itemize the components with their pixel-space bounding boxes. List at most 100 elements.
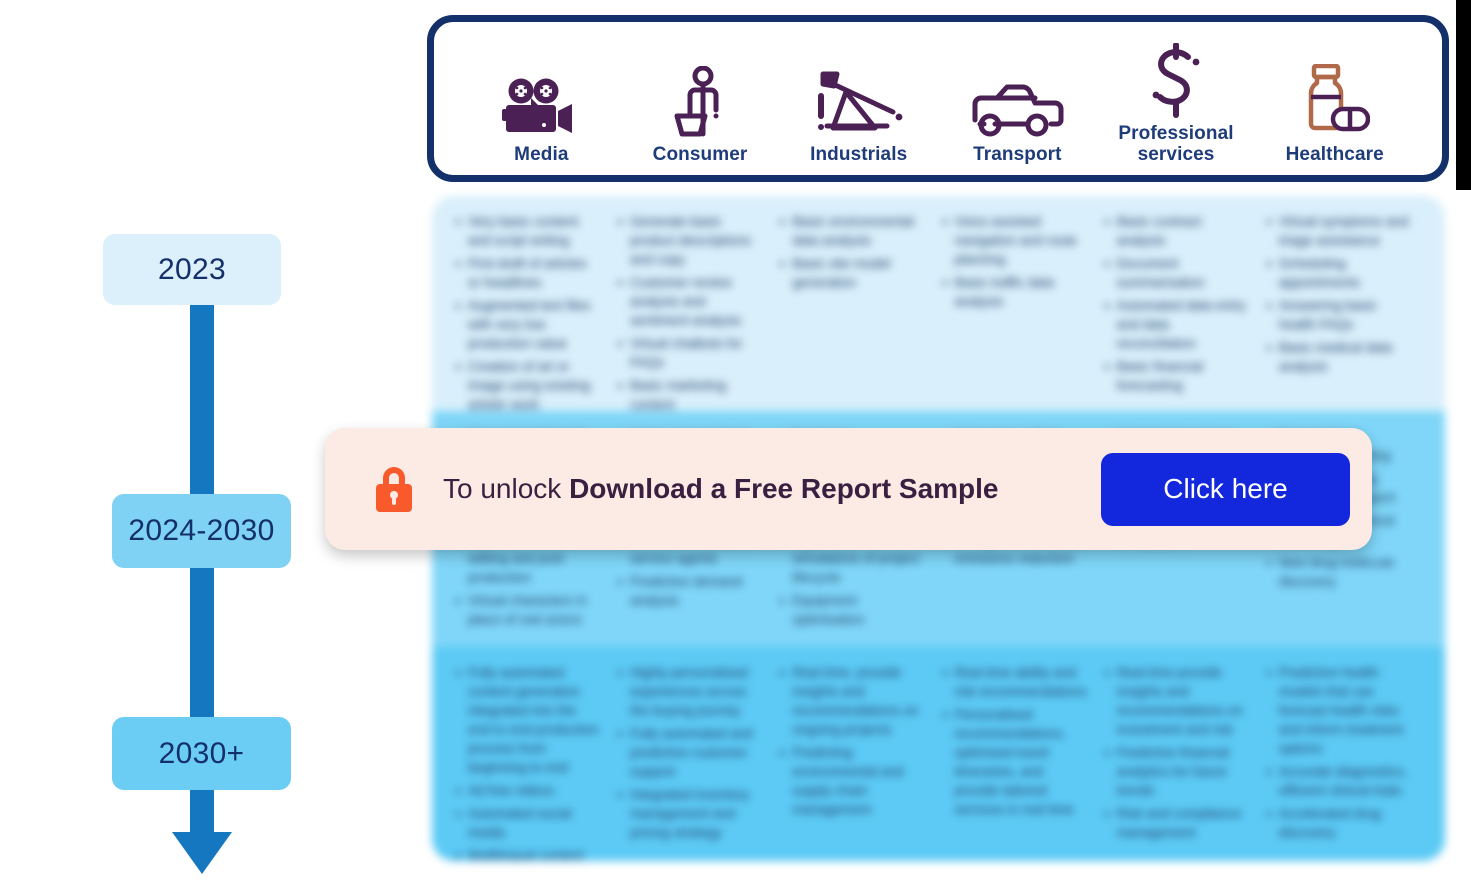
matrix-cell: Predictive health models that can foreca… — [1265, 663, 1427, 851]
matrix-cell: Real time ability and risk recommendatio… — [941, 663, 1103, 851]
capability-item: Integrated inventory management and pric… — [616, 785, 764, 842]
capability-item: Accurate diagnostics, efficient clinical… — [1265, 762, 1413, 800]
unlock-strong-text: Download a Free Report Sample — [569, 473, 999, 504]
capability-item: New drug molecule discovery — [1265, 553, 1413, 591]
sector-label: Consumer — [652, 144, 748, 165]
capability-item: Fully automated and predictive customer … — [616, 724, 764, 781]
capability-item: Basic contract analysis — [1103, 212, 1251, 250]
timeline-step-label: 2023 — [158, 252, 226, 286]
oil-pumpjack-icon — [813, 62, 905, 140]
sector-consumer[interactable]: Consumer — [621, 25, 780, 165]
capability-item: Virtual chatbots for FAQs — [616, 334, 764, 372]
timeline-arrowhead-icon — [172, 832, 232, 874]
capability-list: Real time ability and risk recommendatio… — [941, 663, 1089, 819]
capability-item: Highly personalised experiences across t… — [616, 663, 764, 720]
timeline-step-label: 2030+ — [158, 736, 245, 770]
capability-item: Automated data entry and data reconcilia… — [1103, 296, 1251, 353]
matrix-cell: Basic environmental data analysis Basic s… — [778, 212, 940, 401]
sector-transport[interactable]: Transport — [938, 25, 1097, 165]
capability-item: Predictive financial analytics for futur… — [1103, 743, 1251, 800]
dollar-sign-icon — [1146, 41, 1206, 119]
matrix-cell: Very basic content and script writing Fir… — [454, 212, 616, 412]
capability-list: Voice assisted navigation and route plan… — [941, 212, 1089, 311]
capability-item: Real time provide insights and recommend… — [1103, 663, 1251, 739]
unlock-banner: To unlock Download a Free Report Sample … — [325, 428, 1372, 550]
capability-item: Real time ability and risk recommendatio… — [941, 663, 1089, 701]
timeline-connector-1 — [190, 300, 214, 500]
capability-item: Equipment optimisation — [778, 591, 926, 629]
matrix-cell: Virtual symptoms and triage assistance Sc… — [1265, 212, 1427, 401]
sector-label: Transport — [973, 144, 1062, 165]
timeline-step-2024-2030: 2024-2030 — [112, 494, 291, 568]
matrix-cell: Basic contract analysis Document summaris… — [1103, 212, 1265, 401]
sector-label: Healthcare — [1285, 144, 1384, 165]
timeline-connector-2 — [190, 562, 214, 722]
capability-item: Automated social media — [454, 804, 602, 842]
unlock-message: To unlock Download a Free Report Sample — [443, 473, 1101, 505]
capability-item: Voice assisted navigation and route plan… — [941, 212, 1089, 269]
sector-label: Professional services — [1118, 123, 1234, 165]
capability-item: Risk and compliance management — [1103, 804, 1251, 842]
sector-label: Media — [514, 144, 569, 165]
sector-healthcare[interactable]: Healthcare — [1255, 25, 1414, 165]
click-here-button[interactable]: Click here — [1101, 452, 1350, 526]
capability-list: Very basic content and script writing Fir… — [454, 212, 602, 414]
timeline-step-2023: 2023 — [103, 234, 281, 305]
capability-item: Personalised recommendations, optimised … — [941, 705, 1089, 819]
capability-item: Augmented text files with very low produ… — [454, 296, 602, 353]
matrix-cell: Fully automated content generation integ… — [454, 663, 616, 861]
capability-list: Virtual symptoms and triage assistance Sc… — [1265, 212, 1413, 376]
capability-item: Multilingual content distribution flow — [454, 846, 602, 861]
timeline-step-label: 2024-2030 — [128, 514, 275, 547]
capability-list: Generate basic product descriptions and … — [616, 212, 764, 414]
capability-item: First draft of articles or headlines — [454, 254, 602, 292]
timeline-step-2030-plus: 2030+ — [112, 717, 291, 790]
timeline: 2023 2024-2030 2030+ — [0, 0, 330, 885]
sector-header-bar: Media Consumer Industrials Transport Pro… — [427, 15, 1449, 182]
capability-item: Predicting environmental and supply chai… — [778, 743, 926, 819]
capability-item: Creation of art or image using existing … — [454, 357, 602, 414]
matrix-cell: Highly personalised experiences across t… — [616, 663, 778, 851]
unlock-lead-text: To unlock — [443, 473, 570, 504]
matrix-cell: Real time, provide insights and recommen… — [778, 663, 940, 851]
capability-list: Predictive health models that can foreca… — [1265, 663, 1413, 842]
matrix-row-2023: Very basic content and script writing Fir… — [432, 196, 1445, 412]
capability-item: Basic traffic data analysis — [941, 273, 1089, 311]
matrix-cell: Voice assisted navigation and route plan… — [941, 212, 1103, 401]
capability-item: Ad free videos — [454, 781, 602, 800]
capability-item: Fully automated content generation integ… — [454, 663, 602, 777]
car-icon — [969, 62, 1065, 140]
capability-item: Predictive health models that can foreca… — [1265, 663, 1413, 758]
capability-item: Scheduling appointments — [1265, 254, 1413, 292]
capability-item: Document summarisation — [1103, 254, 1251, 292]
capability-item: Accelerated drug discovery — [1265, 804, 1413, 842]
capability-item: Virtual symptoms and triage assistance — [1265, 212, 1413, 250]
matrix-cell: Real time provide insights and recommend… — [1103, 663, 1265, 851]
capability-list: Basic contract analysis Document summaris… — [1103, 212, 1251, 395]
capability-list: Fully automated content generation integ… — [454, 663, 602, 861]
capability-item: Answering basic health FAQs — [1265, 296, 1413, 334]
capability-item: Predictive demand analysis — [616, 572, 764, 610]
capability-item: Basic marketing content — [616, 376, 764, 414]
screen-edge-strip — [1456, 0, 1471, 190]
capability-list: Highly personalised experiences across t… — [616, 663, 764, 842]
medicine-bottle-pills-icon — [1300, 62, 1370, 140]
sector-professional-services[interactable]: Professional services — [1097, 25, 1256, 165]
capability-item: Very basic content and script writing — [454, 212, 602, 250]
sector-media[interactable]: Media — [462, 25, 621, 165]
capability-list: Real time, provide insights and recommen… — [778, 663, 926, 819]
capability-item: Real time, provide insights and recommen… — [778, 663, 926, 739]
sector-label: Industrials — [810, 144, 908, 165]
capability-item: Customer review analysis and sentiment a… — [616, 273, 764, 330]
capability-item: Virtual characters in place of real acto… — [454, 591, 602, 629]
capability-item: Basic site model generation — [778, 254, 926, 292]
capability-list: Basic environmental data analysis Basic s… — [778, 212, 926, 292]
capability-item: Basic medical data analysis — [1265, 338, 1413, 376]
capability-item: Generate basic product descriptions and … — [616, 212, 764, 269]
capability-item: Basic environmental data analysis — [778, 212, 926, 250]
lock-icon — [373, 465, 415, 513]
capability-list: Real time provide insights and recommend… — [1103, 663, 1251, 842]
sector-industrials[interactable]: Industrials — [779, 25, 938, 165]
timeline-connector-3 — [190, 786, 214, 836]
matrix-cell: Generate basic product descriptions and … — [616, 212, 778, 412]
